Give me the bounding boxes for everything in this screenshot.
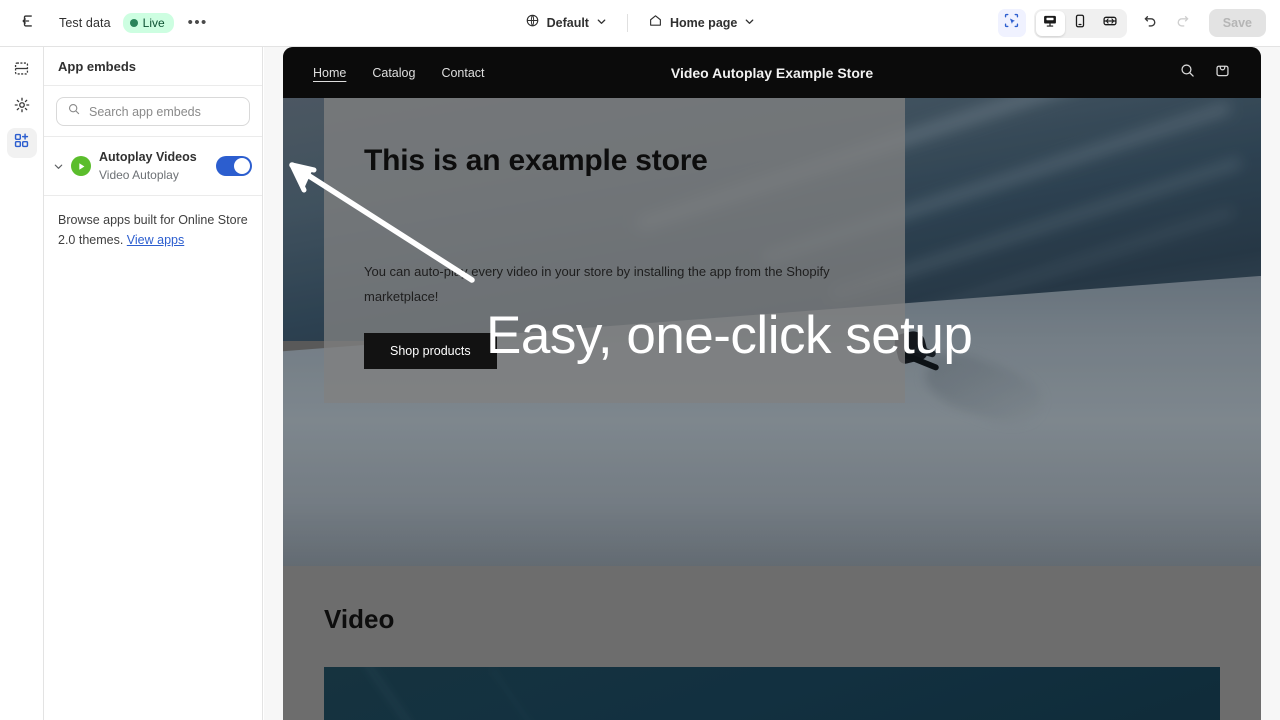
shop-products-button[interactable]: Shop products [364,333,497,369]
redo-icon [1174,12,1191,34]
sections-icon [13,60,30,82]
theme-preview-area: Home Catalog Contact Video Autoplay Exam… [264,47,1280,720]
search-icon [67,102,81,121]
nav-link-home[interactable]: Home [313,66,346,80]
top-toolbar: Test data Live ••• Default Home page Sav… [0,0,1280,47]
panel-header: App embeds [44,47,262,86]
home-icon [648,13,663,33]
inspector-select-button[interactable] [997,9,1026,37]
shopping-bag-icon[interactable] [1214,62,1231,84]
search-section [44,86,262,137]
storefront-actions [1179,62,1231,84]
inspector-select-icon [1003,12,1020,34]
play-circle-icon [71,156,91,176]
page-selector[interactable]: Home page [640,9,763,37]
ellipsis-icon: ••• [187,14,208,31]
status-dot-icon [129,19,138,27]
locale-selector-label: Default [546,16,589,30]
app-embeds-panel: App embeds Search app embeds Autoplay Vi… [44,47,263,720]
fullwidth-icon [1102,13,1118,34]
globe-icon [525,13,540,33]
view-apps-link[interactable]: View apps [127,233,184,247]
fullwidth-preview-button[interactable] [1096,11,1125,36]
preview-frame[interactable]: Home Catalog Contact Video Autoplay Exam… [283,47,1261,720]
exit-icon [20,12,38,35]
rail-item-sections[interactable] [7,56,37,86]
rail-item-settings[interactable] [7,92,37,122]
rail-item-app-embeds[interactable] [6,128,37,158]
mobile-preview-button[interactable] [1066,11,1095,36]
video-texture [490,667,554,720]
video-player-block[interactable] [324,667,1220,720]
video-section-heading: Video [324,604,395,634]
page-title: App embeds [58,58,137,74]
video-section: Video [283,566,1261,720]
undo-icon [1142,12,1159,34]
nav-link-contact[interactable]: Contact [441,66,484,80]
more-options-button[interactable]: ••• [184,9,212,37]
theme-name-label: Test data [59,16,111,30]
left-icon-rail [0,47,44,720]
redo-button [1169,9,1197,37]
browse-apps-note: Browse apps built for Online Store 2.0 t… [44,196,262,250]
chevron-down-icon [596,14,607,32]
chevron-down-icon[interactable] [52,161,65,172]
video-texture [362,667,432,720]
device-preview-group [1033,8,1127,38]
hero-paragraph: You can auto-play every video in your st… [364,264,830,304]
status-badge-label: Live [142,16,165,30]
storefront-hero: This is an example store You can auto-pl… [283,98,1261,566]
toolbar-right-group: Save [997,8,1266,38]
desktop-icon [1042,13,1058,34]
search-icon[interactable] [1179,62,1196,84]
page-selector-label: Home page [669,16,738,30]
undo-button[interactable] [1137,9,1165,37]
toolbar-divider [626,14,628,32]
hero-content-card: This is an example store You can auto-pl… [324,98,905,403]
list-item-texts: Autoplay Videos Video Autoplay [99,148,210,184]
app-embed-title: Autoplay Videos [99,150,197,164]
app-embed-toggle[interactable] [216,156,252,176]
search-box[interactable] [56,97,250,126]
app-embeds-list: Autoplay Videos Video Autoplay [44,137,262,196]
storefront-nav: Home Catalog Contact [313,66,485,80]
app-blocks-icon [13,132,30,154]
exit-editor-button[interactable] [14,8,44,38]
hero-heading: This is an example store [364,144,708,177]
save-button[interactable]: Save [1208,9,1266,37]
toolbar-left-group: Test data Live ••• [0,8,212,38]
status-badge: Live [122,13,174,33]
toggle-knob [234,158,250,174]
list-item[interactable]: Autoplay Videos Video Autoplay [44,141,262,191]
settings-gear-icon [13,96,31,119]
app-embed-subtitle: Video Autoplay [99,168,179,182]
desktop-preview-button[interactable] [1035,10,1065,36]
storefront-header: Home Catalog Contact Video Autoplay Exam… [283,47,1261,98]
locale-selector[interactable]: Default [517,9,615,37]
chevron-down-icon [744,14,755,32]
search-input[interactable] [89,104,250,119]
mobile-icon [1072,13,1088,34]
nav-link-catalog[interactable]: Catalog [372,66,415,80]
